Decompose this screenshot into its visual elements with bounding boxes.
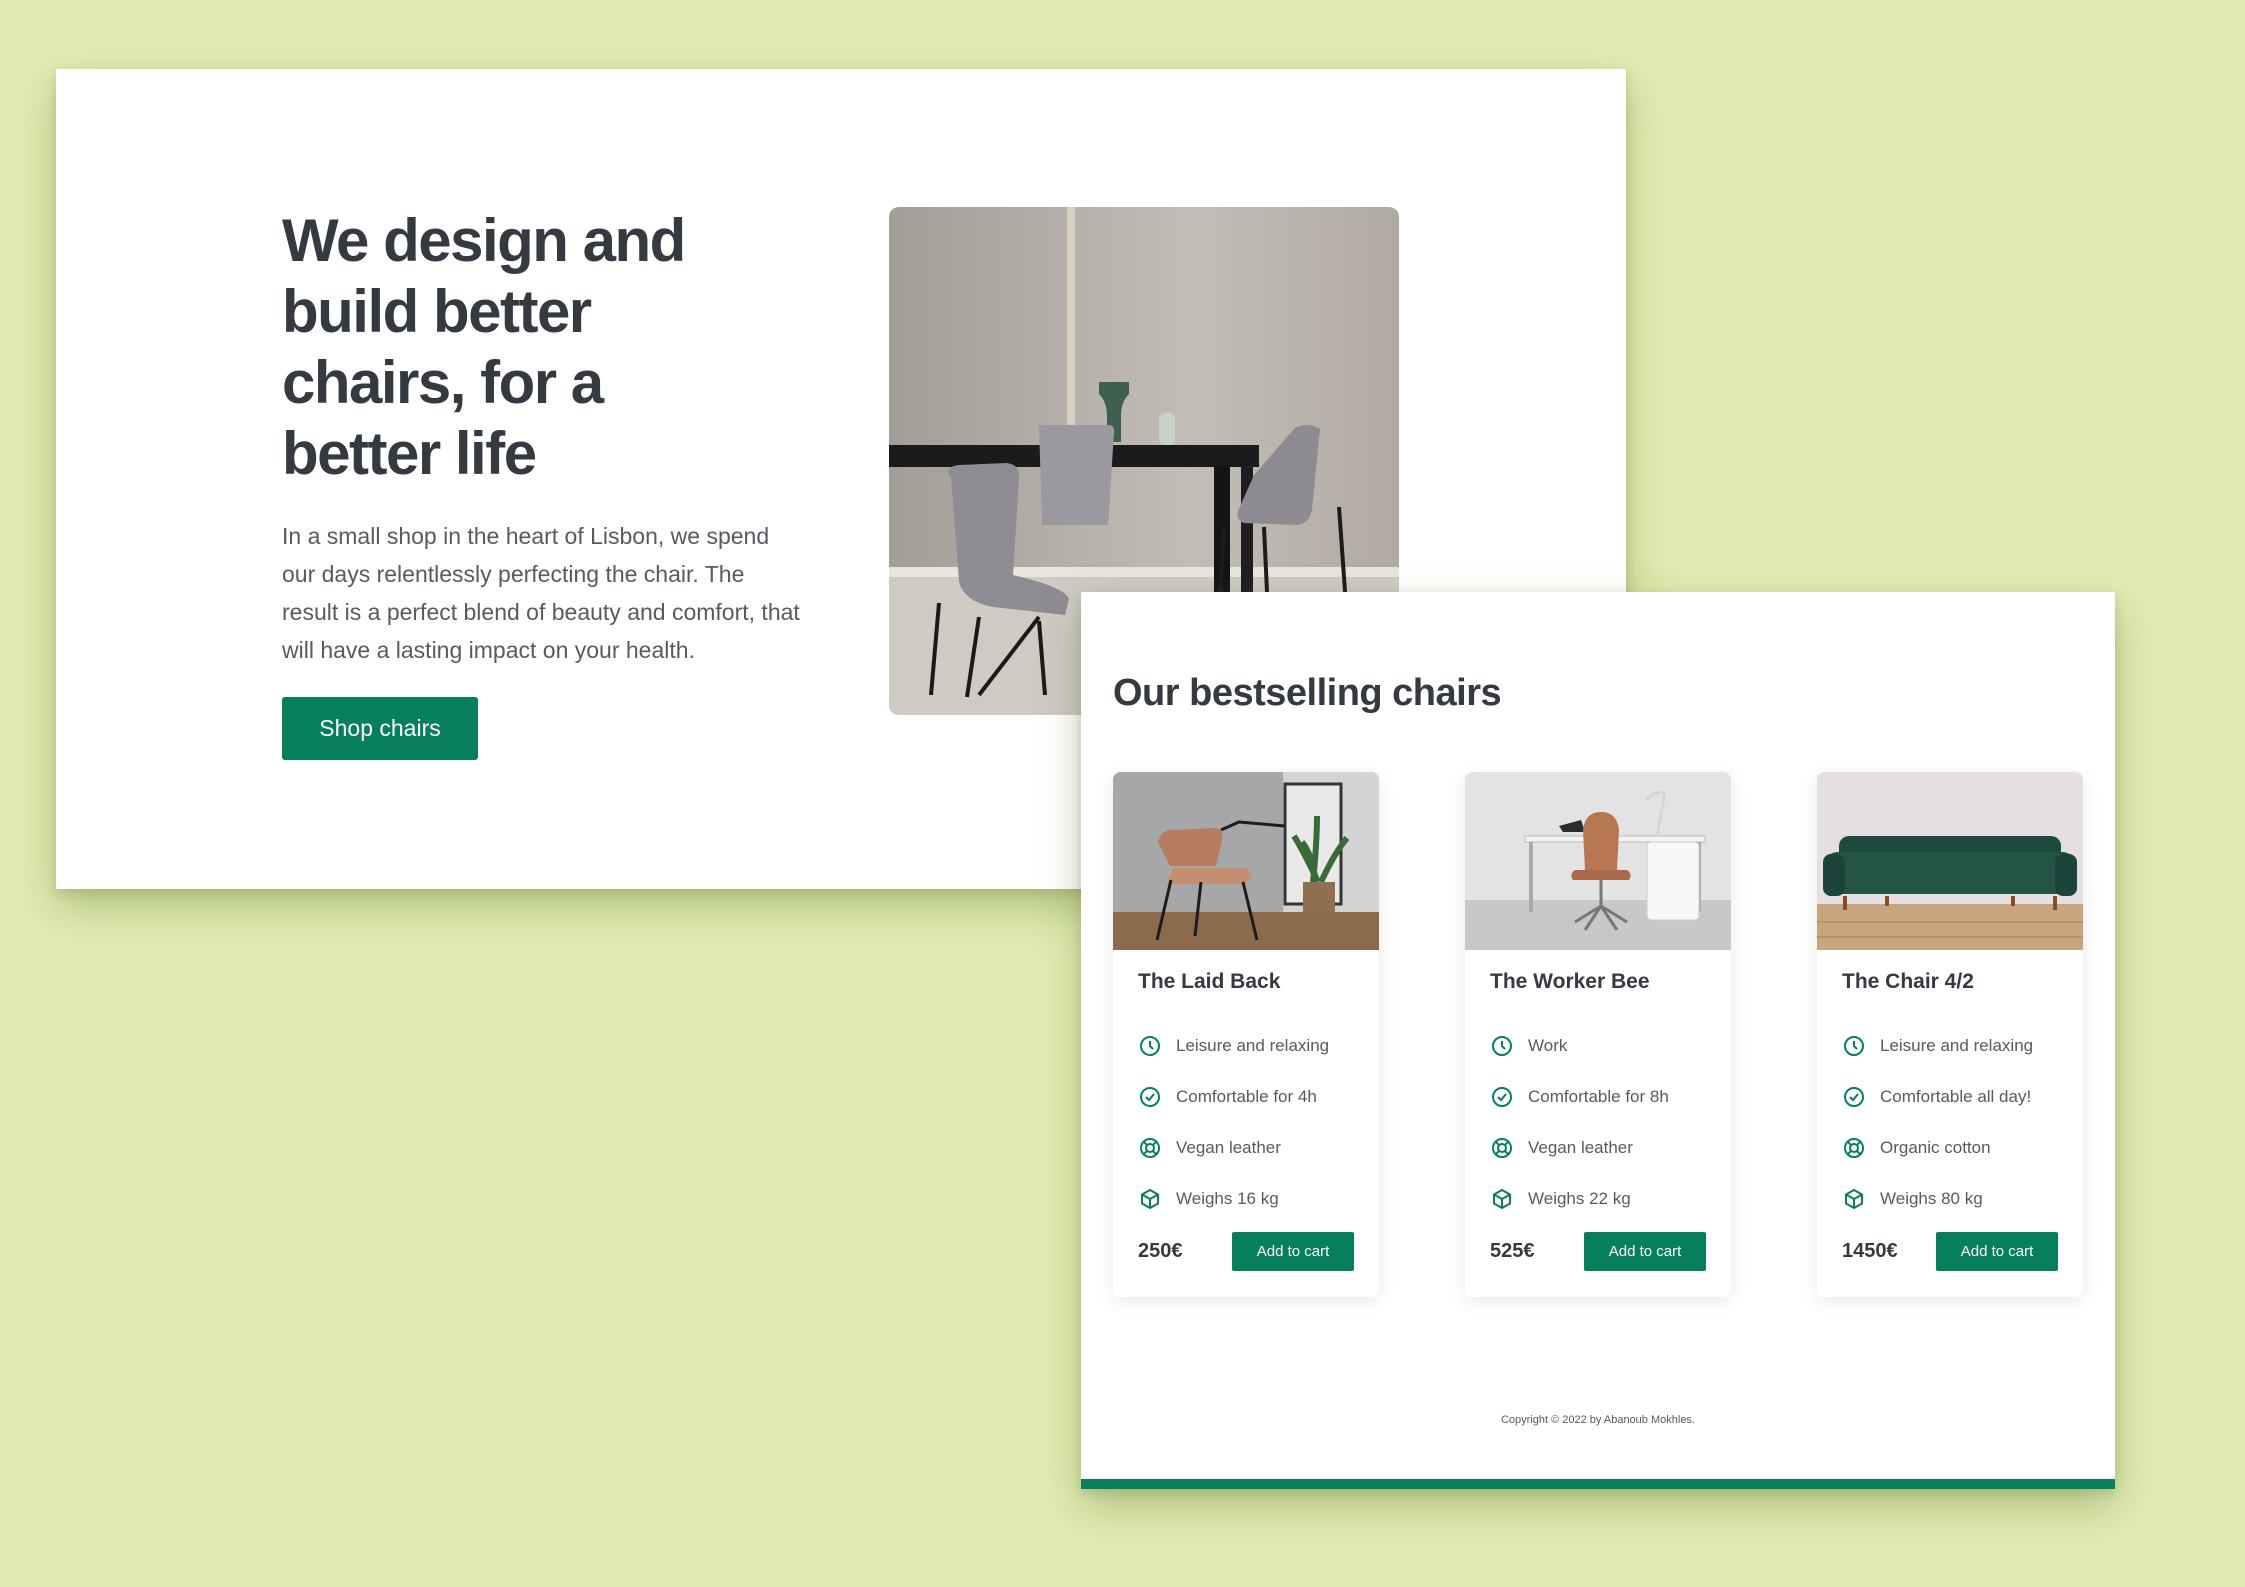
product-card: The Chair 4/2 Leisure and relaxing Comfo… <box>1817 772 2083 1297</box>
product-image-laid-back <box>1113 772 1379 950</box>
copyright-text: Copyright © 2022 by Abanoub Mokhles. <box>1500 1414 1695 1426</box>
attribute-text: Organic cotton <box>1880 1137 1991 1157</box>
products-section: Our bestselling chairs The Laid Back Lei… <box>1081 592 2115 1489</box>
attribute-text: Weighs 80 kg <box>1880 1188 1983 1208</box>
product-name: The Chair 4/2 <box>1842 970 1974 993</box>
shop-chairs-button[interactable]: Shop chairs <box>282 697 478 760</box>
add-to-cart-button[interactable]: Add to cart <box>1584 1232 1706 1271</box>
lifebuoy-icon <box>1844 1137 1864 1158</box>
attribute-item: Comfortable all day! <box>1842 1071 2033 1122</box>
check-circle-icon <box>1140 1086 1160 1107</box>
cube-icon <box>1845 1188 1863 1209</box>
product-image-worker-bee <box>1465 772 1731 950</box>
attribute-text: Leisure and relaxing <box>1880 1035 2034 1055</box>
attribute-text: Weighs 16 kg <box>1176 1188 1279 1208</box>
check-circle-icon <box>1844 1086 1864 1107</box>
clock-icon <box>1492 1035 1512 1056</box>
product-image-chair-4-2 <box>1817 772 2083 950</box>
product-price: 525€ <box>1490 1240 1535 1262</box>
attribute-text: Vegan leather <box>1528 1137 1633 1157</box>
attribute-text: Vegan leather <box>1176 1137 1281 1157</box>
lifebuoy-icon <box>1140 1137 1160 1158</box>
attribute-text: Leisure and relaxing <box>1176 1035 1330 1055</box>
attribute-text: Work <box>1528 1035 1568 1055</box>
attribute-item: Comfortable for 8h <box>1490 1071 1669 1122</box>
attribute-item: Weighs 16 kg <box>1138 1173 1329 1224</box>
check-circle-icon <box>1492 1086 1512 1107</box>
product-card: The Worker Bee Work Comfortable for 8h V… <box>1465 772 1731 1297</box>
add-to-cart-button[interactable]: Add to cart <box>1232 1232 1354 1271</box>
product-price: 250€ <box>1138 1240 1183 1262</box>
footer-accent-bar <box>1081 1479 2115 1489</box>
cube-icon <box>1493 1188 1511 1209</box>
product-price: 1450€ <box>1842 1240 1898 1262</box>
attribute-text: Weighs 22 kg <box>1528 1188 1631 1208</box>
attribute-text: Comfortable for 4h <box>1176 1086 1317 1106</box>
product-attributes: Leisure and relaxing Comfortable all day… <box>1842 1020 2033 1224</box>
cube-icon <box>1141 1188 1159 1209</box>
attribute-item: Organic cotton <box>1842 1122 2033 1173</box>
product-card: The Laid Back Leisure and relaxing Comfo… <box>1113 772 1379 1297</box>
product-attributes: Work Comfortable for 8h Vegan leather We… <box>1490 1020 1669 1224</box>
product-attributes: Leisure and relaxing Comfortable for 4h … <box>1138 1020 1329 1224</box>
add-to-cart-button[interactable]: Add to cart <box>1936 1232 2058 1271</box>
attribute-item: Vegan leather <box>1138 1122 1329 1173</box>
attribute-item: Leisure and relaxing <box>1138 1020 1329 1071</box>
attribute-text: Comfortable for 8h <box>1528 1086 1669 1106</box>
clock-icon <box>1140 1035 1160 1056</box>
products-title: Our bestselling chairs <box>1113 672 1502 714</box>
clock-icon <box>1844 1035 1864 1056</box>
attribute-item: Weighs 22 kg <box>1490 1173 1669 1224</box>
lifebuoy-icon <box>1492 1137 1512 1158</box>
attribute-item: Comfortable for 4h <box>1138 1071 1329 1122</box>
attribute-item: Leisure and relaxing <box>1842 1020 2033 1071</box>
attribute-text: Comfortable all day! <box>1880 1086 2032 1106</box>
hero-description: In a small shop in the heart of Lisbon, … <box>282 523 800 663</box>
attribute-item: Work <box>1490 1020 1669 1071</box>
product-name: The Worker Bee <box>1490 970 1650 993</box>
hero-title: We design and build better chairs, for a… <box>282 207 686 487</box>
attribute-item: Weighs 80 kg <box>1842 1173 2033 1224</box>
attribute-item: Vegan leather <box>1490 1122 1669 1173</box>
product-name: The Laid Back <box>1138 970 1281 993</box>
